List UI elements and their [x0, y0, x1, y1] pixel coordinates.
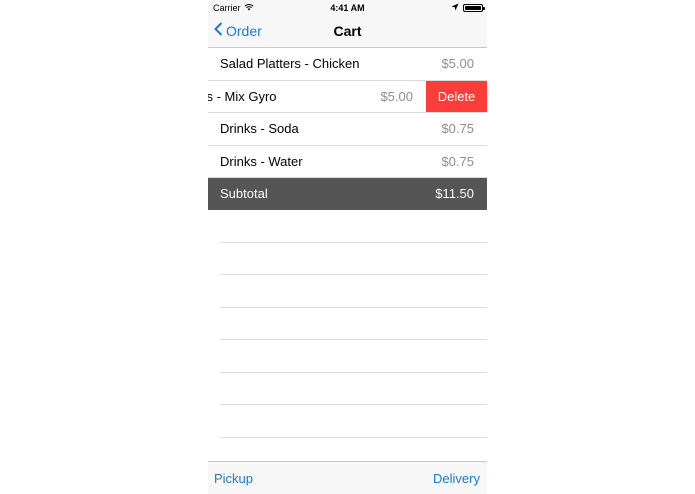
- cart-item-row[interactable]: Drinks - Water $0.75: [208, 145, 487, 178]
- delete-button[interactable]: Delete: [426, 80, 487, 112]
- subtotal-label: Subtotal: [220, 186, 268, 201]
- phone-screen: Carrier 4:41 AM Order Cart Salad Platter…: [208, 0, 487, 494]
- cart-item-row[interactable]: nes - Mix Gyro $5.00 Delete: [208, 80, 487, 113]
- location-arrow-icon: [451, 3, 459, 13]
- cart-item-price: $5.00: [441, 56, 474, 71]
- empty-row: [220, 243, 487, 275]
- cart-item-row[interactable]: Salad Platters - Chicken $5.00: [208, 48, 487, 81]
- cart-item-name: Drinks - Water: [220, 153, 303, 169]
- pickup-button[interactable]: Pickup: [214, 471, 253, 486]
- status-right: [451, 3, 485, 13]
- cart-item-price: $0.75: [441, 153, 474, 169]
- empty-row: [220, 275, 487, 308]
- bottom-toolbar: Pickup Delivery: [208, 461, 487, 494]
- empty-row: [220, 210, 487, 243]
- page-title: Cart: [333, 23, 362, 39]
- empty-row: [220, 405, 487, 438]
- cart-item-row[interactable]: Drinks - Soda $0.75: [208, 113, 487, 146]
- cart-item-name: nes - Mix Gyro: [208, 88, 277, 104]
- cart-item-name: Salad Platters - Chicken: [220, 56, 360, 71]
- empty-row: [220, 373, 487, 405]
- cart-item-name: Drinks - Soda: [220, 121, 299, 136]
- empty-rows: [208, 210, 487, 438]
- battery-level: [465, 6, 481, 10]
- cart-table: Salad Platters - Chicken$5.00nes - Mix G…: [208, 48, 487, 438]
- status-time: 4:41 AM: [330, 3, 365, 13]
- status-bar: Carrier 4:41 AM: [208, 0, 487, 16]
- delivery-button[interactable]: Delivery: [433, 471, 480, 486]
- cart-item-price: $0.75: [441, 121, 474, 136]
- subtotal-value: $11.50: [435, 186, 474, 201]
- cart-items: Salad Platters - Chicken$5.00nes - Mix G…: [208, 48, 487, 178]
- subtotal-row: Subtotal $11.50: [208, 178, 487, 210]
- battery-icon: [463, 4, 485, 12]
- cart-item-price: $5.00: [380, 88, 413, 104]
- empty-row: [220, 340, 487, 373]
- empty-row: [220, 308, 487, 340]
- navigation-bar: Order Cart: [208, 16, 487, 48]
